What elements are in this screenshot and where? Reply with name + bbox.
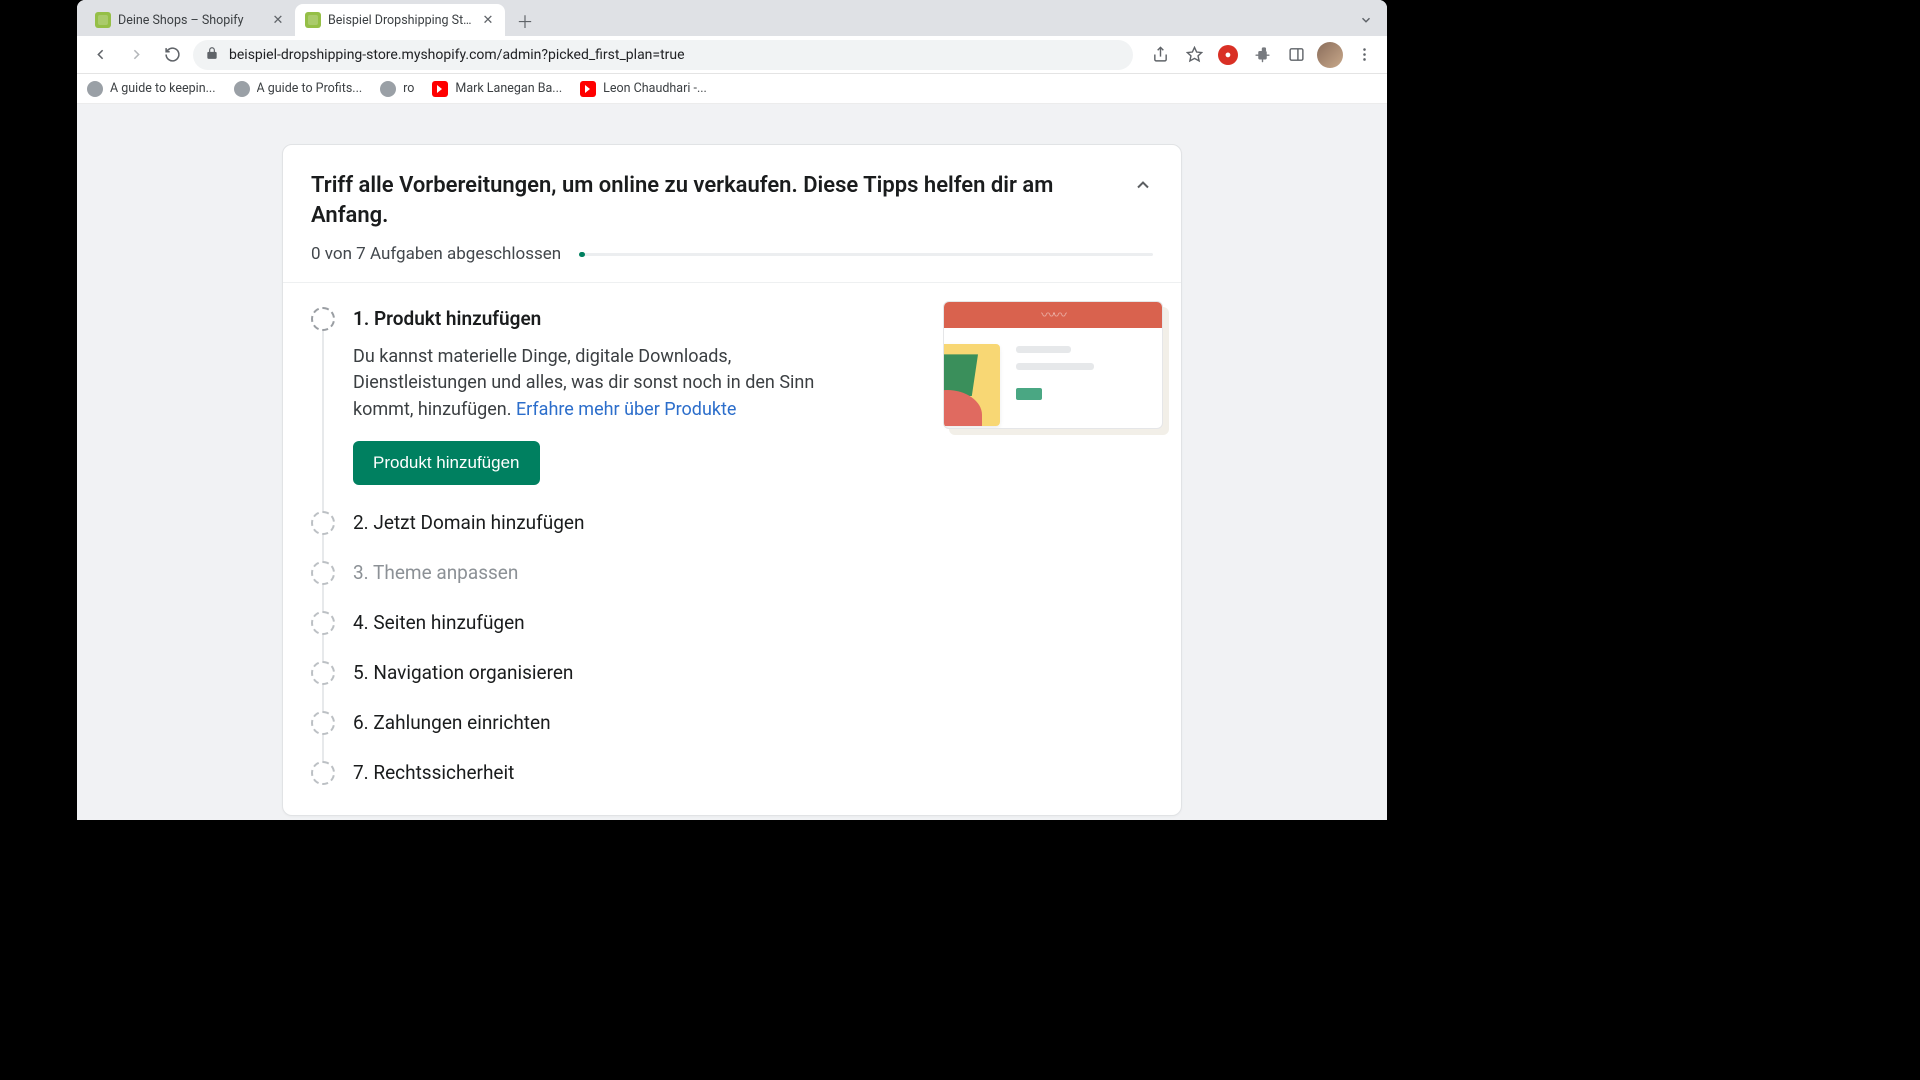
step-list: 1. Produkt hinzufügen Du kannst materiel…: [311, 307, 1153, 784]
page-content: Triff alle Vorbereitungen, um online zu …: [77, 104, 1387, 820]
bookmark-label: A guide to keepin...: [110, 81, 216, 96]
youtube-icon: [580, 81, 596, 97]
bookmarks-bar: A guide to keepin... A guide to Profits.…: [77, 74, 1387, 104]
profile-avatar[interactable]: [1315, 40, 1345, 70]
card-body: 1. Produkt hinzufügen Du kannst materiel…: [283, 282, 1181, 814]
step-connector: [322, 635, 324, 661]
side-panel-icon[interactable]: [1281, 40, 1311, 70]
bookmark-label: ro: [403, 81, 414, 96]
step-label[interactable]: 3. Theme anpassen: [353, 561, 1153, 584]
step-bullet[interactable]: [311, 711, 335, 735]
bookmark-item[interactable]: A guide to keepin...: [87, 81, 216, 97]
step-bullet[interactable]: [311, 661, 335, 685]
step-label[interactable]: 2. Jetzt Domain hinzufügen: [353, 511, 1153, 534]
add-product-button[interactable]: Produkt hinzufügen: [353, 441, 540, 485]
progress-text: 0 von 7 Aufgaben abgeschlossen: [311, 244, 561, 264]
bookmark-item[interactable]: ro: [380, 81, 414, 97]
shopify-favicon: [95, 12, 111, 28]
progress-bar: [579, 253, 1153, 256]
bookmark-item[interactable]: Mark Lanegan Ba...: [432, 81, 562, 97]
step-connector: [322, 585, 324, 611]
step-connector: [322, 735, 324, 761]
step-bullet[interactable]: [311, 511, 335, 535]
step-add-domain[interactable]: 2. Jetzt Domain hinzufügen: [311, 511, 1153, 535]
reload-button[interactable]: [157, 40, 187, 70]
tab-strip: Deine Shops – Shopify ✕ Beispiel Dropshi…: [77, 0, 1387, 36]
step-bullet[interactable]: [311, 611, 335, 635]
step-bullet[interactable]: [311, 761, 335, 785]
tab-title: Beispiel Dropshipping Store · H: [328, 13, 474, 28]
step-connector: [322, 331, 324, 510]
bookmark-star-icon[interactable]: [1179, 40, 1209, 70]
step-label[interactable]: 7. Rechtssicherheit: [353, 761, 1153, 784]
globe-icon: [380, 81, 396, 97]
lock-icon: [205, 46, 219, 64]
close-icon[interactable]: ✕: [481, 13, 495, 27]
card-title: Triff alle Vorbereitungen, um online zu …: [311, 171, 1153, 230]
new-tab-button[interactable]: ＋: [511, 6, 539, 34]
step-connector: [322, 535, 324, 561]
setup-guide-card: Triff alle Vorbereitungen, um online zu …: [282, 144, 1182, 816]
step-add-product[interactable]: 1. Produkt hinzufügen Du kannst materiel…: [311, 307, 1153, 484]
youtube-icon: [432, 81, 448, 97]
forward-button[interactable]: [121, 40, 151, 70]
menu-icon[interactable]: [1349, 40, 1379, 70]
learn-more-link[interactable]: Erfahre mehr über Produkte: [516, 399, 737, 420]
step-label[interactable]: 5. Navigation organisieren: [353, 661, 1153, 684]
extension-badge[interactable]: ●: [1213, 40, 1243, 70]
globe-icon: [87, 81, 103, 97]
step-setup-payments[interactable]: 6. Zahlungen einrichten: [311, 711, 1153, 735]
collapse-button[interactable]: [1127, 169, 1159, 201]
globe-icon: [234, 81, 250, 97]
step-label[interactable]: 4. Seiten hinzufügen: [353, 611, 1153, 634]
back-button[interactable]: [85, 40, 115, 70]
step-description: Du kannst materielle Dinge, digitale Dow…: [353, 344, 823, 422]
step-bullet[interactable]: [311, 307, 335, 331]
progress-row: 0 von 7 Aufgaben abgeschlossen: [311, 244, 1153, 264]
shopify-favicon: [305, 12, 321, 28]
browser-window: Deine Shops – Shopify ✕ Beispiel Dropshi…: [77, 0, 1387, 820]
tab-title: Deine Shops – Shopify: [118, 13, 264, 28]
bookmark-label: A guide to Profits...: [257, 81, 363, 96]
bookmark-label: Mark Lanegan Ba...: [455, 81, 562, 96]
bookmark-item[interactable]: Leon Chaudhari -...: [580, 81, 707, 97]
step-add-pages[interactable]: 4. Seiten hinzufügen: [311, 611, 1153, 635]
address-bar[interactable]: beispiel-dropshipping-store.myshopify.co…: [193, 40, 1133, 70]
bookmark-item[interactable]: A guide to Profits...: [234, 81, 363, 97]
extensions-icon[interactable]: [1247, 40, 1277, 70]
step-organize-navigation[interactable]: 5. Navigation organisieren: [311, 661, 1153, 685]
product-illustration: 〰〰: [933, 301, 1163, 441]
tabs-dropdown-icon[interactable]: [1359, 12, 1373, 31]
card-header: Triff alle Vorbereitungen, um online zu …: [283, 145, 1181, 282]
share-icon[interactable]: [1145, 40, 1175, 70]
step-bullet[interactable]: [311, 561, 335, 585]
step-connector: [322, 685, 324, 711]
url-text: beispiel-dropshipping-store.myshopify.co…: [229, 47, 685, 63]
step-legal[interactable]: 7. Rechtssicherheit: [311, 761, 1153, 785]
browser-toolbar: beispiel-dropshipping-store.myshopify.co…: [77, 36, 1387, 74]
step-label[interactable]: 6. Zahlungen einrichten: [353, 711, 1153, 734]
tab-inactive[interactable]: Deine Shops – Shopify ✕: [85, 4, 295, 36]
bookmark-label: Leon Chaudhari -...: [603, 81, 707, 96]
step-customize-theme[interactable]: 3. Theme anpassen: [311, 561, 1153, 585]
tab-active[interactable]: Beispiel Dropshipping Store · H ✕: [295, 4, 505, 36]
close-icon[interactable]: ✕: [271, 13, 285, 27]
